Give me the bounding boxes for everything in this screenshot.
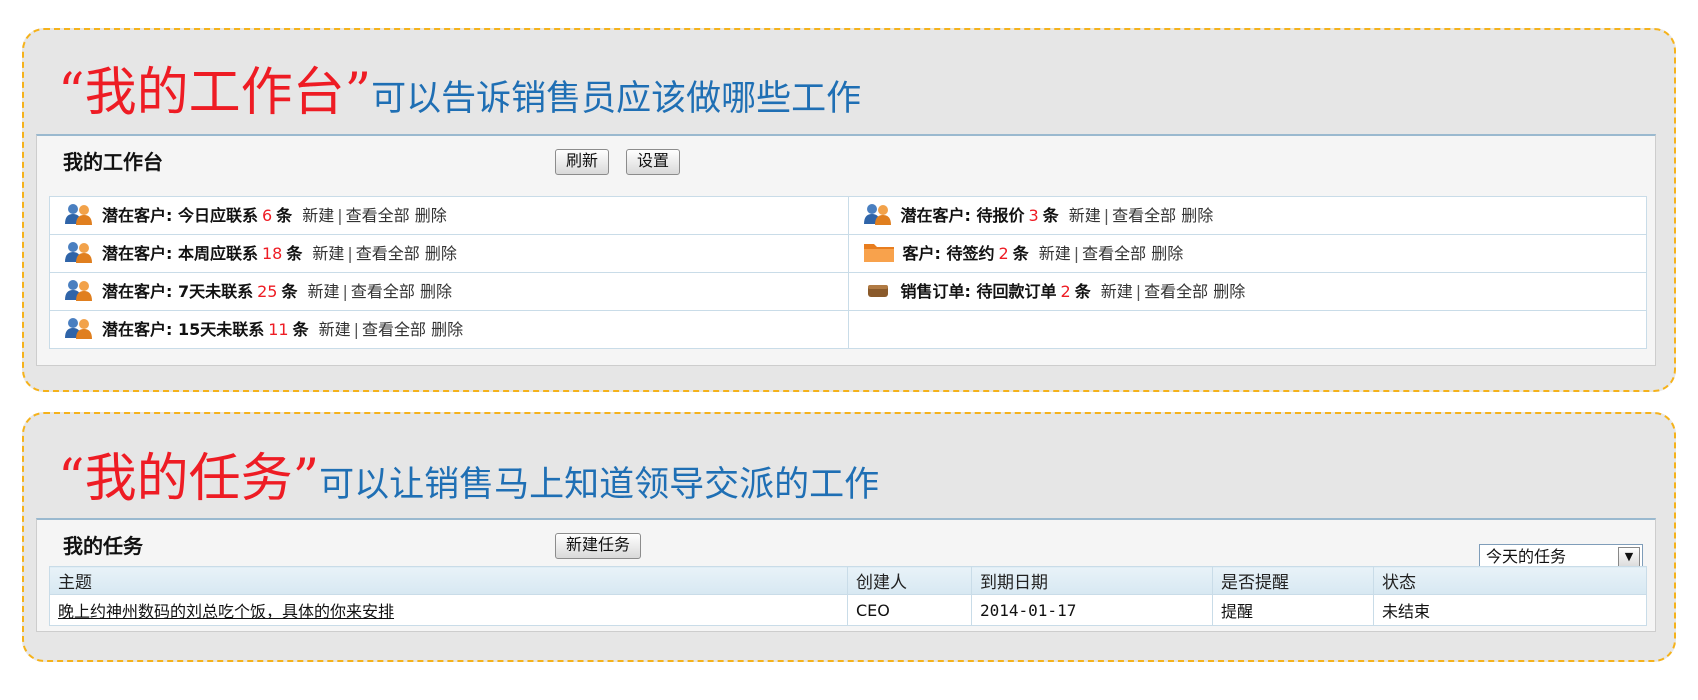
link-separator: | xyxy=(347,243,353,263)
view-all-link[interactable]: 查看全部 xyxy=(362,320,426,339)
task-panel: 我的任务 新建任务 今天的任务 ▼ 主题 创建人 到期日期 是否提醒 状态 晚上… xyxy=(36,518,1656,632)
task-due-date: 2014-01-17 xyxy=(971,594,1213,626)
delete-link[interactable]: 删除 xyxy=(1151,244,1183,263)
column-header-creator[interactable]: 创建人 xyxy=(847,566,972,595)
workbench-item: 潜在客户: 本周应联系 18 条新建 | 查看全部 删除 xyxy=(49,234,849,273)
view-all-link[interactable]: 查看全部 xyxy=(1144,282,1208,301)
people-icon xyxy=(64,317,94,343)
workbench-heading: “我的工作台”可以告诉销售员应该做哪些工作 xyxy=(58,50,861,125)
item-unit: 条 xyxy=(1042,205,1059,225)
item-count: 2 xyxy=(1060,281,1071,301)
workbench-item: 潜在客户: 15天未联系 11 条新建 | 查看全部 删除 xyxy=(49,310,849,349)
task-heading: “我的任务”可以让销售马上知道领导交派的工作 xyxy=(58,436,879,511)
link-separator: | xyxy=(342,281,348,301)
view-all-link[interactable]: 查看全部 xyxy=(1082,244,1146,263)
panel-title: 我的任务 xyxy=(63,534,143,558)
task-heading-desc: 可以让销售马上知道领导交派的工作 xyxy=(319,465,880,505)
column-header-remind[interactable]: 是否提醒 xyxy=(1212,566,1374,595)
workbench-panel: 我的工作台 刷新 设置 潜在客户: 今日应联系 6 条新建 | 查看全部 删除 潜在客户… xyxy=(36,134,1656,366)
settings-button[interactable]: 设置 xyxy=(626,149,681,175)
item-unit: 条 xyxy=(286,243,303,263)
item-unit: 条 xyxy=(281,281,298,301)
item-count: 11 xyxy=(268,319,289,339)
workbench-grid: 潜在客户: 今日应联系 6 条新建 | 查看全部 删除 潜在客户: 待报价 3 条新建 | 查看… xyxy=(49,196,1648,349)
workbench-heading-quote: “我的工作台” xyxy=(58,63,372,123)
task-remind: 提醒 xyxy=(1212,594,1374,626)
delete-link[interactable]: 删除 xyxy=(420,282,452,301)
task-card: “我的任务”可以让销售马上知道领导交派的工作 我的任务 新建任务 今天的任务 ▼… xyxy=(22,412,1676,662)
item-count: 6 xyxy=(261,205,273,225)
new-link[interactable]: 新建 xyxy=(1069,206,1101,225)
workbench-item: 潜在客户: 7天未联系 25 条新建 | 查看全部 删除 xyxy=(49,272,849,311)
new-link[interactable]: 新建 xyxy=(1039,244,1071,263)
order-icon xyxy=(863,279,893,305)
item-label: 潜在客户: 7天未联系 xyxy=(102,281,254,301)
new-link[interactable]: 新建 xyxy=(312,244,344,263)
link-separator: | xyxy=(1073,243,1080,263)
item-count: 2 xyxy=(998,243,1009,263)
workbench-row: 潜在客户: 7天未联系 25 条新建 | 查看全部 删除 销售订单: 待回款订单 2 条新建… xyxy=(49,272,1648,311)
item-label: 销售订单: 待回款订单 xyxy=(900,281,1057,301)
workbench-row: 潜在客户: 今日应联系 6 条新建 | 查看全部 删除 潜在客户: 待报价 3 条新建 | 查看… xyxy=(49,196,1648,235)
item-count: 3 xyxy=(1028,205,1039,225)
view-all-link[interactable]: 查看全部 xyxy=(1112,206,1176,225)
workbench-item: 潜在客户: 待报价 3 条新建 | 查看全部 删除 xyxy=(847,196,1648,235)
new-link[interactable]: 新建 xyxy=(319,320,351,339)
task-creator: CEO xyxy=(847,594,972,626)
column-header-status[interactable]: 状态 xyxy=(1373,566,1647,595)
people-icon xyxy=(64,279,94,305)
workbench-item: 销售订单: 待回款订单 2 条新建 | 查看全部 删除 xyxy=(847,272,1648,311)
item-label: 潜在客户: 15天未联系 xyxy=(102,319,265,339)
folder-icon xyxy=(863,241,895,267)
item-unit: 条 xyxy=(292,319,309,339)
link-separator: | xyxy=(1135,281,1142,301)
workbench-row: 潜在客户: 15天未联系 11 条新建 | 查看全部 删除 xyxy=(49,310,1648,349)
item-unit: 条 xyxy=(1012,243,1029,263)
task-filter-value: 今天的任务 xyxy=(1486,547,1567,566)
item-count: 18 xyxy=(261,243,283,263)
delete-link[interactable]: 删除 xyxy=(1181,206,1213,225)
view-all-link[interactable]: 查看全部 xyxy=(356,244,420,263)
item-unit: 条 xyxy=(276,205,293,225)
task-status: 未结束 xyxy=(1373,594,1647,626)
item-label: 潜在客户: 本周应联系 xyxy=(102,243,258,263)
chevron-down-icon[interactable]: ▼ xyxy=(1618,547,1640,567)
delete-link[interactable]: 删除 xyxy=(431,320,463,339)
task-heading-quote: “我的任务” xyxy=(58,449,320,509)
item-label: 潜在客户: 今日应联系 xyxy=(102,205,258,225)
item-count: 25 xyxy=(257,281,278,301)
new-task-button[interactable]: 新建任务 xyxy=(555,533,642,559)
refresh-button[interactable]: 刷新 xyxy=(555,149,610,175)
new-link[interactable]: 新建 xyxy=(307,282,339,301)
workbench-row: 潜在客户: 本周应联系 18 条新建 | 查看全部 删除 客户: 待签约 2 条新建 | 查看全… xyxy=(49,234,1648,273)
delete-link[interactable]: 删除 xyxy=(415,206,447,225)
task-subject-link[interactable]: 晚上约神州数码的刘总吃个饭，具体的你来安排 xyxy=(49,594,848,626)
panel-title: 我的工作台 xyxy=(63,150,163,174)
delete-link[interactable]: 删除 xyxy=(1213,282,1245,301)
task-table: 主题 创建人 到期日期 是否提醒 状态 晚上约神州数码的刘总吃个饭，具体的你来安… xyxy=(49,566,1647,626)
view-all-link[interactable]: 查看全部 xyxy=(346,206,410,225)
people-icon xyxy=(64,203,94,229)
workbench-empty-cell xyxy=(847,310,1648,349)
column-header-subject[interactable]: 主题 xyxy=(49,566,848,595)
workbench-item: 潜在客户: 今日应联系 6 条新建 | 查看全部 删除 xyxy=(49,196,849,235)
new-link[interactable]: 新建 xyxy=(1101,282,1133,301)
people-icon xyxy=(64,241,94,267)
item-unit: 条 xyxy=(1074,281,1091,301)
workbench-card: “我的工作台”可以告诉销售员应该做哪些工作 我的工作台 刷新 设置 潜在客户: … xyxy=(22,28,1676,392)
people-icon xyxy=(863,203,893,229)
table-row: 晚上约神州数码的刘总吃个饭，具体的你来安排 CEO 2014-01-17 提醒 … xyxy=(49,594,1647,626)
new-link[interactable]: 新建 xyxy=(302,206,334,225)
delete-link[interactable]: 删除 xyxy=(425,244,457,263)
workbench-item: 客户: 待签约 2 条新建 | 查看全部 删除 xyxy=(847,234,1648,273)
task-header-row: 主题 创建人 到期日期 是否提醒 状态 xyxy=(49,566,1647,595)
column-header-due-date[interactable]: 到期日期 xyxy=(971,566,1213,595)
link-separator: | xyxy=(353,319,360,339)
item-label: 潜在客户: 待报价 xyxy=(900,205,1025,225)
view-all-link[interactable]: 查看全部 xyxy=(351,282,415,301)
link-separator: | xyxy=(1103,205,1110,225)
link-separator: | xyxy=(337,205,343,225)
workbench-heading-desc: 可以告诉销售员应该做哪些工作 xyxy=(371,79,862,119)
item-label: 客户: 待签约 xyxy=(902,243,995,263)
